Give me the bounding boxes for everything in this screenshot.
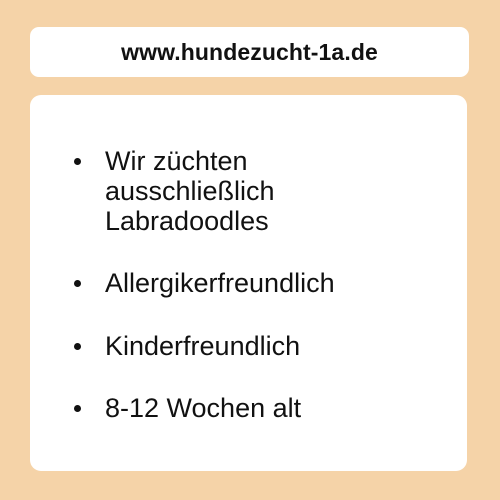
feature-item-allergy-friendly: Allergikerfreundlich bbox=[74, 268, 414, 298]
feature-item-child-friendly: Kinderfreundlich bbox=[74, 331, 414, 361]
feature-label: 8-12 Wochen alt bbox=[105, 393, 302, 423]
website-url: www.hundezucht-1a.de bbox=[121, 38, 378, 65]
feature-label: Kinderfreundlich bbox=[105, 331, 301, 361]
feature-label: Allergikerfreundlich bbox=[105, 268, 335, 298]
bullet-icon bbox=[74, 158, 81, 165]
promo-graphic: www.hundezucht-1a.de Wir züchten ausschl… bbox=[0, 0, 500, 500]
bullet-icon bbox=[74, 405, 81, 412]
bullet-icon bbox=[74, 280, 81, 287]
feature-item-labradoodles: Wir züchten ausschließlich Labradoodles bbox=[74, 146, 414, 236]
feature-card: Wir züchten ausschließlich Labradoodles … bbox=[30, 95, 467, 471]
feature-item-age: 8-12 Wochen alt bbox=[74, 393, 414, 423]
bullet-icon bbox=[74, 343, 81, 350]
feature-label: Wir züchten ausschließlich Labradoodles bbox=[105, 146, 275, 236]
url-banner: www.hundezucht-1a.de bbox=[30, 27, 469, 77]
